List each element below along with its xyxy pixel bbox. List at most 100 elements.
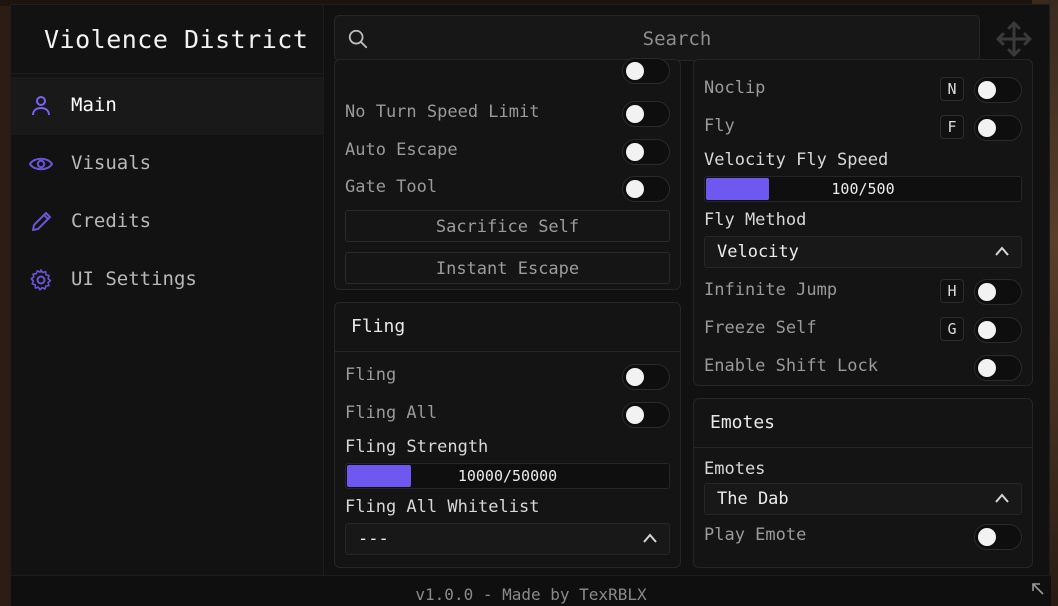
dropdown-value: --- xyxy=(358,529,389,549)
toggle-knob xyxy=(978,321,996,339)
app-title: Violence District xyxy=(44,25,309,54)
dropdown-label: Fling All Whitelist xyxy=(345,497,540,517)
dropdown-label: Fly Method xyxy=(704,210,807,230)
fling-panel: Fling Fling Fling All Fling Strength 100… xyxy=(334,302,681,568)
toggle-switch[interactable] xyxy=(974,355,1022,381)
dropdown-value: Velocity xyxy=(717,242,799,262)
sacrifice-self-button[interactable]: Sacrifice Self xyxy=(345,210,670,242)
toggle-knob xyxy=(626,105,644,123)
dropdown-label-row: Fly Method xyxy=(704,208,1022,232)
user-icon xyxy=(32,96,50,116)
dropdown-value: The Dab xyxy=(717,489,789,509)
resize-icon[interactable] xyxy=(1031,582,1045,596)
toggle-label: No Turn Speed Limit xyxy=(345,102,540,122)
toggle-knob xyxy=(978,119,996,137)
toggle-switch[interactable] xyxy=(622,364,670,390)
toggle-knob xyxy=(626,143,644,161)
keybind-badge[interactable]: F xyxy=(940,115,964,139)
emotes-panel: Emotes Emotes The Dab Play Emote xyxy=(693,398,1033,568)
slider-label: Fling Strength xyxy=(345,437,489,457)
toggle-label: Fling All xyxy=(345,403,438,423)
toggle-knob xyxy=(978,81,996,99)
toggle-knob xyxy=(626,180,644,198)
toggle-knob xyxy=(626,406,644,424)
toggle-label: Gate Tool xyxy=(345,177,438,197)
emotes-dropdown[interactable]: The Dab xyxy=(704,483,1022,515)
panel-header: Fling xyxy=(335,303,680,352)
toggle-label: Play Emote xyxy=(704,525,807,545)
toggle-row-fling: Fling xyxy=(345,361,670,391)
toggle-row-fly: Fly F xyxy=(704,112,1022,142)
toggle-row-enable-shift-lock: Enable Shift Lock xyxy=(704,352,1022,382)
dropdown-label-row: Fling All Whitelist xyxy=(345,495,670,519)
slider-label: Velocity Fly Speed xyxy=(704,150,889,170)
toggle-label: Noclip xyxy=(704,78,766,98)
toggle-label: Fly xyxy=(704,116,735,136)
toggle-knob xyxy=(978,283,996,301)
slider-label-row: Fling Strength xyxy=(345,435,670,459)
toggle-knob xyxy=(978,528,996,546)
move-icon[interactable] xyxy=(994,19,1034,59)
toggle-switch[interactable] xyxy=(622,176,670,202)
toggle-row-fling-all: Fling All xyxy=(345,399,670,429)
search-bar[interactable] xyxy=(334,15,980,62)
keybind-badge[interactable]: G xyxy=(940,317,964,341)
slider-label-row: Velocity Fly Speed xyxy=(704,148,1022,172)
toggle-partial-hidden[interactable] xyxy=(622,58,670,84)
fling-strength-slider[interactable]: 10000/50000 xyxy=(345,463,670,489)
toggle-row-play-emote: Play Emote xyxy=(704,521,1022,551)
toggle-switch[interactable] xyxy=(974,279,1022,305)
toggle-switch[interactable] xyxy=(622,139,670,165)
toggle-switch[interactable] xyxy=(622,402,670,428)
velocity-fly-speed-slider[interactable]: 100/500 xyxy=(704,176,1022,202)
toggle-label: Freeze Self xyxy=(704,318,817,338)
gear-icon xyxy=(30,269,52,291)
panel-title: Fling xyxy=(351,316,406,337)
chevron-up-icon xyxy=(995,493,1009,503)
sidebar-divider xyxy=(11,73,323,74)
toggle-row-infinite-jump: Infinite Jump H xyxy=(704,276,1022,306)
toggle-switch[interactable] xyxy=(974,115,1022,141)
dropdown-label-row: Emotes xyxy=(704,457,1022,481)
keybind-badge[interactable]: H xyxy=(940,279,964,303)
toggle-knob xyxy=(626,368,644,386)
fling-whitelist-dropdown[interactable]: --- xyxy=(345,523,670,555)
movement-panel: Noclip N Fly F Velocity Fly Speed 100/50… xyxy=(693,59,1033,386)
slider-value: 10000/50000 xyxy=(457,467,558,485)
toggle-knob xyxy=(626,62,644,80)
pencil-icon xyxy=(32,212,51,231)
main-features-panel: No Turn Speed Limit Auto Escape Gate Too… xyxy=(334,58,681,290)
sidebar-item-visuals[interactable]: Visuals xyxy=(11,135,323,193)
dropdown-label: Emotes xyxy=(704,459,766,479)
toggle-switch[interactable] xyxy=(974,524,1022,550)
panel-header: Emotes xyxy=(694,399,1032,448)
toggle-label: Auto Escape xyxy=(345,140,458,160)
fly-method-dropdown[interactable]: Velocity xyxy=(704,236,1022,268)
panel-title: Emotes xyxy=(710,412,776,433)
sidebar-item-credits[interactable]: Credits xyxy=(11,193,323,251)
chevron-up-icon xyxy=(643,533,657,543)
footer: v1.0.0 - Made by TexRBLX xyxy=(11,575,1051,606)
sidebar-item-ui-settings[interactable]: UI Settings xyxy=(11,251,323,309)
search-icon xyxy=(348,29,368,49)
toggle-knob xyxy=(978,359,996,377)
chevron-up-icon xyxy=(995,246,1009,256)
slider-value: 100/500 xyxy=(831,180,895,198)
sidebar-item-label: Main xyxy=(71,94,117,116)
keybind-badge[interactable]: N xyxy=(940,77,964,101)
sidebar-item-label: Visuals xyxy=(71,152,152,174)
toggle-row-gate-tool: Gate Tool xyxy=(345,173,670,203)
toggle-row-auto-escape: Auto Escape xyxy=(345,136,670,166)
toggle-row-noclip: Noclip N xyxy=(704,74,1022,104)
sidebar-item-main[interactable]: Main xyxy=(11,77,323,135)
toggle-row-freeze-self: Freeze Self G xyxy=(704,314,1022,344)
instant-escape-button[interactable]: Instant Escape xyxy=(345,252,670,284)
version-credit: v1.0.0 - Made by TexRBLX xyxy=(415,585,647,604)
toggle-switch[interactable] xyxy=(974,77,1022,103)
sidebar-item-label: Credits xyxy=(71,210,152,232)
search-input[interactable] xyxy=(375,16,979,62)
toggle-switch[interactable] xyxy=(622,101,670,127)
toggle-label: Infinite Jump xyxy=(704,280,838,300)
script-hub-window: Violence District Main Visuals Credits U… xyxy=(10,4,1051,606)
toggle-switch[interactable] xyxy=(974,317,1022,343)
